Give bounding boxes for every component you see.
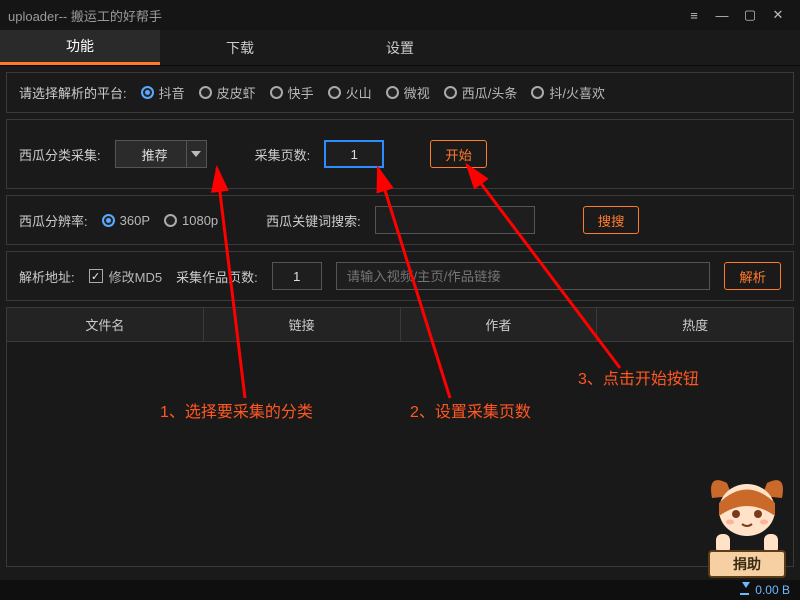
tab-settings[interactable]: 设置 xyxy=(320,30,480,65)
search-button[interactable]: 搜搜 xyxy=(583,206,640,234)
mascot-icon xyxy=(702,468,792,563)
table-body xyxy=(6,342,794,567)
radio-douyin[interactable]: 抖音 xyxy=(141,83,185,102)
radio-1080p[interactable]: 1080p xyxy=(164,213,218,228)
url-input[interactable] xyxy=(336,262,711,290)
col-heat[interactable]: 热度 xyxy=(597,308,793,341)
menu-icon[interactable]: ≡ xyxy=(680,3,708,27)
window-title: uploader-- 搬运工的好帮手 xyxy=(8,6,680,25)
parse-button[interactable]: 解析 xyxy=(724,262,781,290)
radio-huoshan[interactable]: 火山 xyxy=(328,83,372,102)
radio-pipixia[interactable]: 皮皮虾 xyxy=(199,83,256,102)
status-bar: 0.00 B xyxy=(0,580,800,600)
download-speed: 0.00 B xyxy=(755,583,790,597)
col-filename[interactable]: 文件名 xyxy=(7,308,204,341)
keyword-label: 西瓜关键词搜索: xyxy=(266,211,361,230)
resolution-section: 西瓜分辨率: 360P 1080p 西瓜关键词搜索: 搜搜 xyxy=(6,195,794,245)
platform-label: 请选择解析的平台: xyxy=(19,83,127,102)
radio-dot-icon xyxy=(102,214,115,227)
collect-section: 西瓜分类采集: 推荐 采集页数: 开始 xyxy=(6,119,794,189)
tab-download[interactable]: 下载 xyxy=(160,30,320,65)
radio-dot-icon xyxy=(531,86,544,99)
main-tabs: 功能 下载 设置 xyxy=(0,30,800,66)
keyword-input[interactable] xyxy=(375,206,535,234)
resolution-label: 西瓜分辨率: xyxy=(19,211,88,230)
platform-section: 请选择解析的平台: 抖音 皮皮虾 快手 火山 微视 西瓜/头条 抖/火喜欢 xyxy=(6,72,794,113)
radio-douhuo[interactable]: 抖/火喜欢 xyxy=(531,83,605,102)
radio-dot-icon xyxy=(270,86,283,99)
download-icon xyxy=(740,586,749,595)
radio-dot-icon xyxy=(328,86,341,99)
radio-dot-icon xyxy=(199,86,212,99)
parse-label: 解析地址: xyxy=(19,267,75,286)
parse-section: 解析地址: ✓ 修改MD5 采集作品页数: 解析 xyxy=(6,251,794,301)
category-select[interactable]: 推荐 xyxy=(115,140,207,168)
radio-weishi[interactable]: 微视 xyxy=(386,83,430,102)
chevron-down-icon xyxy=(186,141,206,167)
donate-button[interactable]: 捐助 xyxy=(708,550,786,578)
col-link[interactable]: 链接 xyxy=(204,308,401,341)
radio-dot-icon xyxy=(386,86,399,99)
maximize-icon[interactable]: ▢ xyxy=(736,3,764,27)
tab-functions[interactable]: 功能 xyxy=(0,30,160,65)
close-icon[interactable]: ✕ xyxy=(764,3,792,27)
radio-dot-icon xyxy=(164,214,177,227)
pages-label: 采集页数: xyxy=(255,145,311,164)
radio-dot-icon xyxy=(141,86,154,99)
minimize-icon[interactable]: — xyxy=(708,3,736,27)
radio-xigua[interactable]: 西瓜/头条 xyxy=(444,83,518,102)
table-header: 文件名 链接 作者 热度 xyxy=(6,307,794,342)
radio-dot-icon xyxy=(444,86,457,99)
start-button[interactable]: 开始 xyxy=(430,140,487,168)
work-pages-input[interactable] xyxy=(272,262,322,290)
work-pages-label: 采集作品页数: xyxy=(176,267,258,286)
radio-kuaishou[interactable]: 快手 xyxy=(270,83,314,102)
pages-input[interactable] xyxy=(324,140,384,168)
md5-checkbox[interactable]: ✓ 修改MD5 xyxy=(89,267,162,286)
collect-label: 西瓜分类采集: xyxy=(19,145,101,164)
check-icon: ✓ xyxy=(89,269,103,283)
radio-360p[interactable]: 360P xyxy=(102,213,150,228)
col-author[interactable]: 作者 xyxy=(401,308,598,341)
result-table: 文件名 链接 作者 热度 xyxy=(6,307,794,567)
mascot: 捐助 xyxy=(702,468,792,578)
title-bar: uploader-- 搬运工的好帮手 ≡ — ▢ ✕ xyxy=(0,0,800,30)
category-value: 推荐 xyxy=(124,145,186,164)
